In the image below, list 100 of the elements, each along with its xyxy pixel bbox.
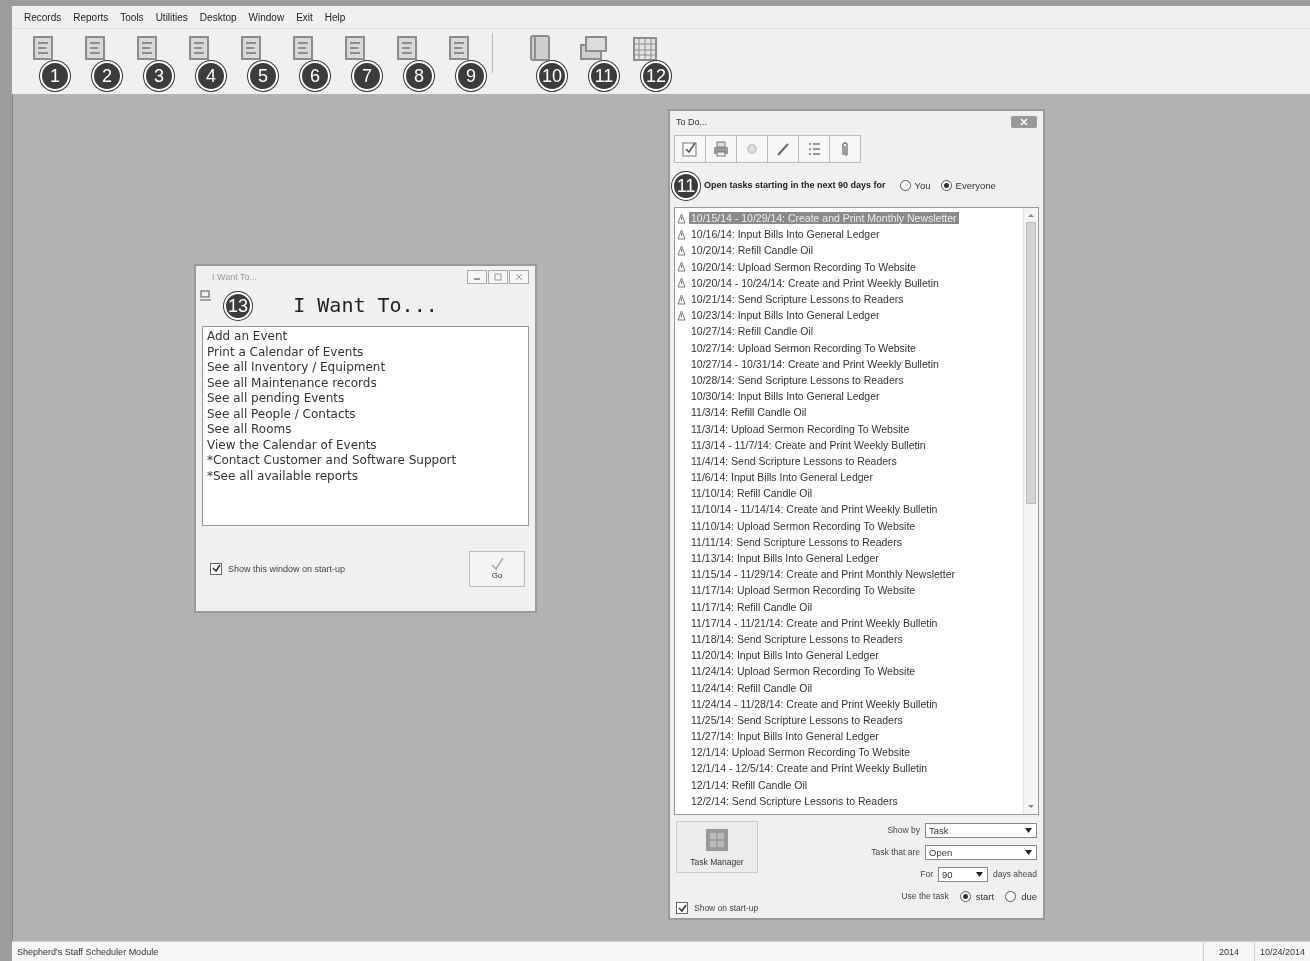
checkbox[interactable] — [210, 562, 222, 575]
callout-badge: 12 — [641, 61, 671, 91]
task-item[interactable]: 10/20/14 - 10/24/14: Create and Print Weekly Bulletin — [689, 276, 941, 289]
task-item[interactable]: 11/17/14: Refill Candle Oil — [689, 600, 815, 613]
task-item[interactable]: 12/1/14: Upload Sermon Recording To Website — [689, 746, 913, 759]
task-item[interactable]: 11/15/14 - 11/29/14: Create and Print Monthly Newsletter — [689, 568, 957, 581]
task-item[interactable]: 10/23/14: Input Bills Into General Ledger — [689, 309, 882, 322]
checkbox-button[interactable] — [674, 135, 706, 163]
task-item[interactable]: 11/10/14: Upload Sermon Recording To Website — [689, 519, 918, 532]
task-item[interactable]: 11/13/14: Input Bills Into General Ledger — [689, 552, 881, 565]
task-item[interactable]: 11/6/14: Input Bills Into General Ledger — [689, 471, 875, 484]
window-icon[interactable] — [200, 290, 212, 302]
days-dropdown[interactable]: 90 — [938, 866, 989, 882]
down-arrow-icon[interactable] — [1027, 804, 1035, 810]
caret-icon — [1025, 849, 1032, 855]
printer-button[interactable] — [705, 135, 737, 163]
radio-button[interactable] — [940, 179, 952, 191]
task-item[interactable]: 11/3/14: Upload Sermon Recording To Website — [689, 422, 912, 435]
list-item[interactable]: *See all available reports — [207, 468, 524, 484]
close-icon — [1020, 118, 1028, 126]
list-item[interactable]: See all Inventory / Equipment — [207, 360, 524, 376]
task-item[interactable]: 10/27/14 - 10/31/14: Create and Print Weekly Bulletin — [689, 357, 941, 370]
task-item[interactable]: 11/10/14: Refill Candle Oil — [689, 487, 815, 500]
task-item[interactable]: 10/27/14: Upload Sermon Recording To Website — [689, 341, 918, 354]
checkbox-icon — [681, 140, 699, 158]
task-item[interactable]: 11/20/14: Input Bills Into General Ledger — [689, 649, 881, 662]
callout-badge: 4 — [196, 61, 226, 91]
menu-item[interactable]: Desktop — [193, 11, 243, 23]
task-item[interactable]: 10/20/14: Upload Sermon Recording To Website — [689, 260, 918, 273]
up-arrow-icon[interactable] — [1027, 212, 1035, 218]
status-text: Shepherd's Staff Scheduler Module — [16, 946, 160, 957]
list-button[interactable] — [798, 135, 830, 163]
checkbox-label: Show this window on start-up — [228, 563, 346, 574]
list-item[interactable]: See all Rooms — [207, 422, 524, 438]
paperclip-button[interactable] — [829, 135, 861, 163]
callout-badge: 11 — [672, 172, 700, 200]
status-date: 10/24/2014 — [1253, 942, 1310, 961]
caret-icon — [1025, 827, 1032, 833]
task-item[interactable]: 10/27/14: Refill Candle Oil — [689, 325, 815, 338]
caret-icon — [976, 871, 984, 877]
task-item[interactable]: 11/17/14 - 11/21/14: Create and Print Weekly Bulletin — [689, 616, 940, 629]
task-item[interactable]: 12/1/14 - 12/5/14: Create and Print Weekly Bulletin — [689, 762, 930, 775]
task-item[interactable]: 12/1/14: Refill Candle Oil — [689, 778, 810, 791]
scrollbar-thumb[interactable] — [1026, 222, 1036, 504]
task-item[interactable]: 10/30/14: Input Bills Into General Ledger — [689, 390, 882, 403]
list-item[interactable]: *Contact Customer and Software Support — [207, 453, 524, 469]
maximize-button[interactable] — [488, 270, 508, 284]
show-by-dropdown[interactable]: Task — [925, 822, 1037, 838]
list-item[interactable]: View the Calendar of Events — [207, 437, 524, 453]
task-item[interactable]: 10/16/14: Input Bills Into General Ledger — [689, 228, 882, 241]
callout-badge: 5 — [248, 61, 278, 91]
menu-item[interactable]: Help — [318, 11, 352, 23]
checkbox-label: Show on start-up — [694, 903, 759, 913]
task-item[interactable]: 11/11/14: Send Scripture Lessons to Readers — [689, 535, 904, 548]
task-item[interactable]: 11/18/14: Send Scripture Lessons to Readers — [689, 632, 905, 645]
radio-label: Everyone — [955, 179, 996, 191]
list-item[interactable]: See all Maintenance records — [207, 375, 524, 391]
field-label: Show by — [887, 825, 920, 835]
field-label: For — [920, 869, 934, 879]
task-item[interactable]: 10/20/14: Refill Candle Oil — [689, 244, 815, 257]
stack-icon[interactable] — [577, 33, 609, 63]
maximize-icon — [494, 273, 502, 281]
callout-badge: 9 — [456, 61, 486, 91]
radio-button[interactable] — [959, 890, 971, 902]
minimize-button[interactable] — [467, 270, 487, 284]
task-item[interactable]: 11/3/14 - 11/7/14: Create and Print Weekly Bulletin — [689, 438, 928, 451]
radio-label: due — [1021, 890, 1037, 902]
task-item[interactable]: 11/24/14 - 11/28/14: Create and Print Weekly Bulletin — [689, 697, 940, 710]
close-button[interactable] — [1011, 116, 1037, 128]
menu-item[interactable]: Records — [18, 11, 68, 23]
task-item[interactable]: 10/28/14: Send Scripture Lessons to Readers — [689, 373, 906, 386]
list-item[interactable]: See all People / Contacts — [207, 406, 524, 422]
list-item[interactable]: Print a Calendar of Events — [207, 344, 524, 360]
menu-item[interactable]: Tools — [114, 11, 150, 23]
task-manager-button[interactable]: Task Manager — [676, 821, 758, 873]
menu-item[interactable]: Exit — [290, 11, 319, 23]
task-item[interactable]: 10/21/14: Send Scripture Lessons to Readers — [689, 293, 906, 306]
scrollbar[interactable] — [1023, 208, 1038, 814]
list-item[interactable]: Add an Event — [207, 329, 524, 345]
task-status-dropdown[interactable]: Open — [925, 844, 1037, 860]
task-item[interactable]: 11/27/14: Input Bills Into General Ledger — [689, 730, 881, 743]
task-item[interactable]: 11/3/14: Refill Candle Oil — [689, 406, 809, 419]
radio-label: start — [975, 890, 995, 902]
go-button[interactable]: Go — [469, 550, 525, 587]
task-item[interactable]: 11/17/14: Upload Sermon Recording To Website — [689, 584, 918, 597]
list-item[interactable]: See all pending Events — [207, 391, 524, 407]
task-item[interactable]: 12/2/14: Send Scripture Lessons to Readers — [689, 794, 900, 807]
menu-item[interactable]: Reports — [67, 11, 115, 23]
task-item[interactable]: 11/24/14: Refill Candle Oil — [689, 681, 815, 694]
radio-button[interactable] — [1005, 890, 1017, 902]
task-item[interactable]: 11/4/14: Send Scripture Lessons to Readers — [689, 454, 899, 467]
task-item[interactable]: 11/25/14: Send Scripture Lessons to Readers — [689, 713, 905, 726]
menu-item[interactable]: Utilities — [149, 11, 194, 23]
checkbox[interactable] — [676, 902, 688, 914]
task-item[interactable]: 11/10/14 - 11/14/14: Create and Print Weekly Bulletin — [689, 503, 940, 516]
close-button[interactable] — [509, 270, 529, 284]
task-item[interactable]: 11/24/14: Upload Sermon Recording To Website — [689, 665, 918, 678]
radio-button[interactable] — [899, 179, 911, 191]
pencil-button[interactable] — [767, 135, 799, 163]
menu-item[interactable]: Window — [242, 11, 291, 23]
